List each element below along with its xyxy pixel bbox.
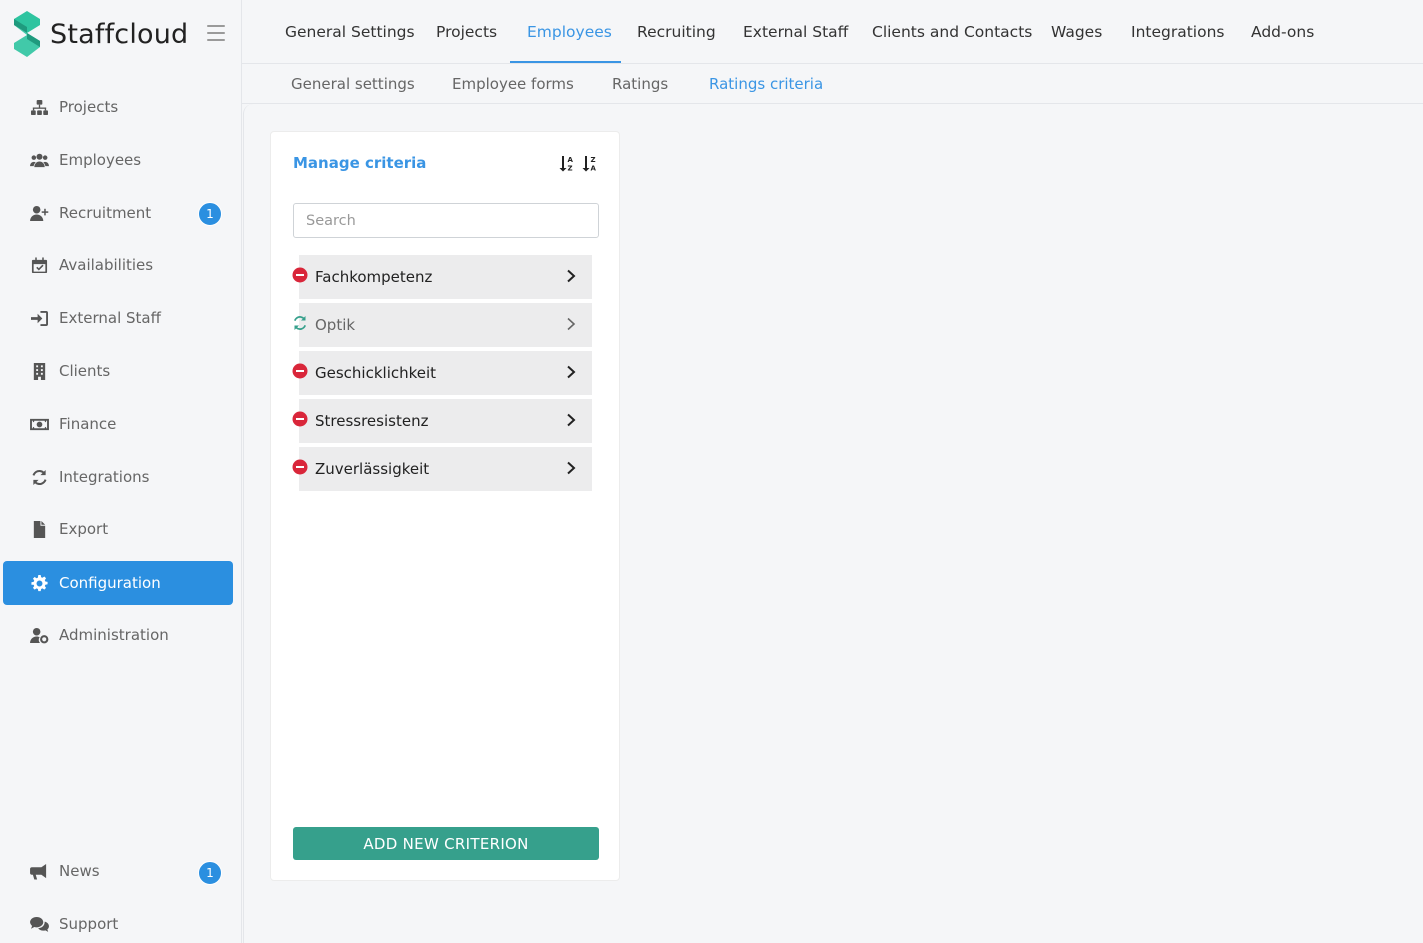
menu-toggle-button[interactable] — [207, 25, 225, 41]
sidebar-item-label: Configuration — [59, 574, 161, 592]
tab-wages[interactable]: Wages — [1051, 0, 1102, 64]
add-new-criterion-button[interactable]: ADD NEW CRITERION — [293, 827, 599, 860]
sync-icon — [29, 468, 49, 486]
sidebar-item-label: Recruitment — [59, 204, 152, 222]
criterion-item-geschicklichkeit[interactable]: Geschicklichkeit — [292, 351, 592, 395]
users-icon — [29, 151, 49, 169]
criterion-label: Optik — [315, 316, 356, 334]
gear-icon — [29, 574, 49, 592]
criterion-label: Zuverlässigkeit — [315, 460, 430, 478]
criterion-label: Geschicklichkeit — [315, 364, 437, 382]
svg-text:A: A — [591, 165, 597, 173]
criterion-item-zuverlaessigkeit[interactable]: Zuverlässigkeit — [292, 447, 592, 491]
money-icon — [29, 415, 49, 433]
sidebar-item-news[interactable]: News 1 — [3, 849, 233, 893]
chevron-right-icon — [567, 413, 576, 427]
app-name: Staffcloud — [50, 18, 189, 50]
sidebar-item-recruitment[interactable]: Recruitment 1 — [3, 191, 233, 235]
chat-bubbles-icon — [29, 915, 49, 933]
sidebar-item-label: Integrations — [59, 468, 150, 486]
sidebar-item-external-staff[interactable]: External Staff — [3, 296, 233, 340]
chevron-right-icon — [567, 269, 576, 283]
search-input[interactable] — [293, 203, 599, 238]
restore-icon[interactable] — [292, 315, 308, 331]
sidebar-item-label: Support — [59, 915, 119, 933]
sidebar-item-label: Projects — [59, 98, 119, 116]
sidebar-item-label: Clients — [59, 362, 111, 380]
sidebar-item-label: Finance — [59, 415, 117, 433]
criterion-label: Fachkompetenz — [315, 268, 433, 286]
criterion-label: Stressresistenz — [315, 412, 429, 430]
sort-controls: AZ ZA — [558, 155, 598, 176]
manage-criteria-panel: Manage criteria AZ ZA Fachkompetenz Opti… — [270, 131, 620, 881]
sidebar-item-support[interactable]: Support — [3, 902, 233, 943]
building-icon — [29, 362, 49, 380]
sidebar-item-label: Administration — [59, 626, 169, 644]
tab-external-staff[interactable]: External Staff — [743, 0, 848, 64]
panel-title: Manage criteria — [293, 154, 427, 172]
subtab-ratings-criteria[interactable]: Ratings criteria — [709, 64, 823, 104]
news-count-badge: 1 — [198, 861, 222, 885]
sidebar-item-label: External Staff — [59, 309, 161, 327]
file-icon — [29, 520, 49, 538]
chevron-right-icon — [567, 317, 576, 331]
sort-ascending-icon[interactable]: AZ — [558, 155, 575, 176]
tab-general-settings[interactable]: General Settings — [285, 0, 415, 64]
sidebar: Staffcloud Projects Employees Recruitmen… — [0, 0, 242, 943]
sidebar-item-projects[interactable]: Projects — [3, 85, 233, 129]
tab-employees[interactable]: Employees — [527, 0, 612, 64]
subtab-general-settings[interactable]: General settings — [291, 64, 415, 104]
sidebar-item-configuration[interactable]: Configuration — [3, 561, 233, 605]
criterion-item-optik[interactable]: Optik — [294, 303, 592, 347]
svg-text:Z: Z — [568, 165, 573, 173]
chevron-right-icon — [567, 365, 576, 379]
tab-clients-and-contacts[interactable]: Clients and Contacts — [872, 0, 1032, 64]
remove-icon[interactable] — [292, 363, 308, 379]
sidebar-item-employees[interactable]: Employees — [3, 138, 233, 182]
user-plus-icon — [29, 204, 49, 222]
subtab-ratings[interactable]: Ratings — [612, 64, 668, 104]
active-tab-indicator — [510, 61, 621, 63]
sort-descending-icon[interactable]: ZA — [581, 155, 598, 176]
remove-icon[interactable] — [292, 459, 308, 475]
sidebar-item-clients[interactable]: Clients — [3, 349, 233, 393]
sidebar-item-export[interactable]: Export — [3, 507, 233, 551]
sitemap-icon — [29, 98, 49, 116]
tab-recruiting[interactable]: Recruiting — [637, 0, 716, 64]
sidebar-item-administration[interactable]: Administration — [3, 613, 233, 657]
app-logo[interactable]: Staffcloud — [12, 10, 188, 58]
megaphone-icon — [29, 862, 49, 880]
hamburger-icon — [207, 25, 225, 27]
staffcloud-logo-icon — [14, 11, 40, 57]
sidebar-item-label: Availabilities — [59, 256, 154, 274]
tab-integrations[interactable]: Integrations — [1131, 0, 1224, 64]
tab-projects[interactable]: Projects — [436, 0, 497, 64]
user-cog-icon — [29, 626, 49, 644]
remove-icon[interactable] — [292, 267, 308, 283]
sub-navigation: General settings Employee forms Ratings … — [242, 64, 1423, 104]
subtab-employee-forms[interactable]: Employee forms — [452, 64, 574, 104]
remove-icon[interactable] — [292, 411, 308, 427]
sidebar-item-availabilities[interactable]: Availabilities — [3, 243, 233, 287]
svg-text:Z: Z — [591, 156, 596, 164]
sidebar-item-label: Employees — [59, 151, 142, 169]
calendar-check-icon — [29, 256, 49, 274]
chevron-right-icon — [567, 461, 576, 475]
recruitment-count-badge: 1 — [198, 202, 222, 226]
top-navigation: General Settings Projects Employees Recr… — [242, 0, 1423, 64]
sidebar-item-integrations[interactable]: Integrations — [3, 455, 233, 499]
criterion-item-stressresistenz[interactable]: Stressresistenz — [292, 399, 592, 443]
svg-text:A: A — [568, 156, 574, 164]
criterion-item-fachkompetenz[interactable]: Fachkompetenz — [292, 255, 592, 299]
sidebar-item-label: News — [59, 862, 100, 880]
sign-in-icon — [29, 309, 49, 327]
sidebar-item-label: Export — [59, 520, 109, 538]
sidebar-item-finance[interactable]: Finance — [3, 402, 233, 446]
tab-add-ons[interactable]: Add-ons — [1251, 0, 1314, 64]
